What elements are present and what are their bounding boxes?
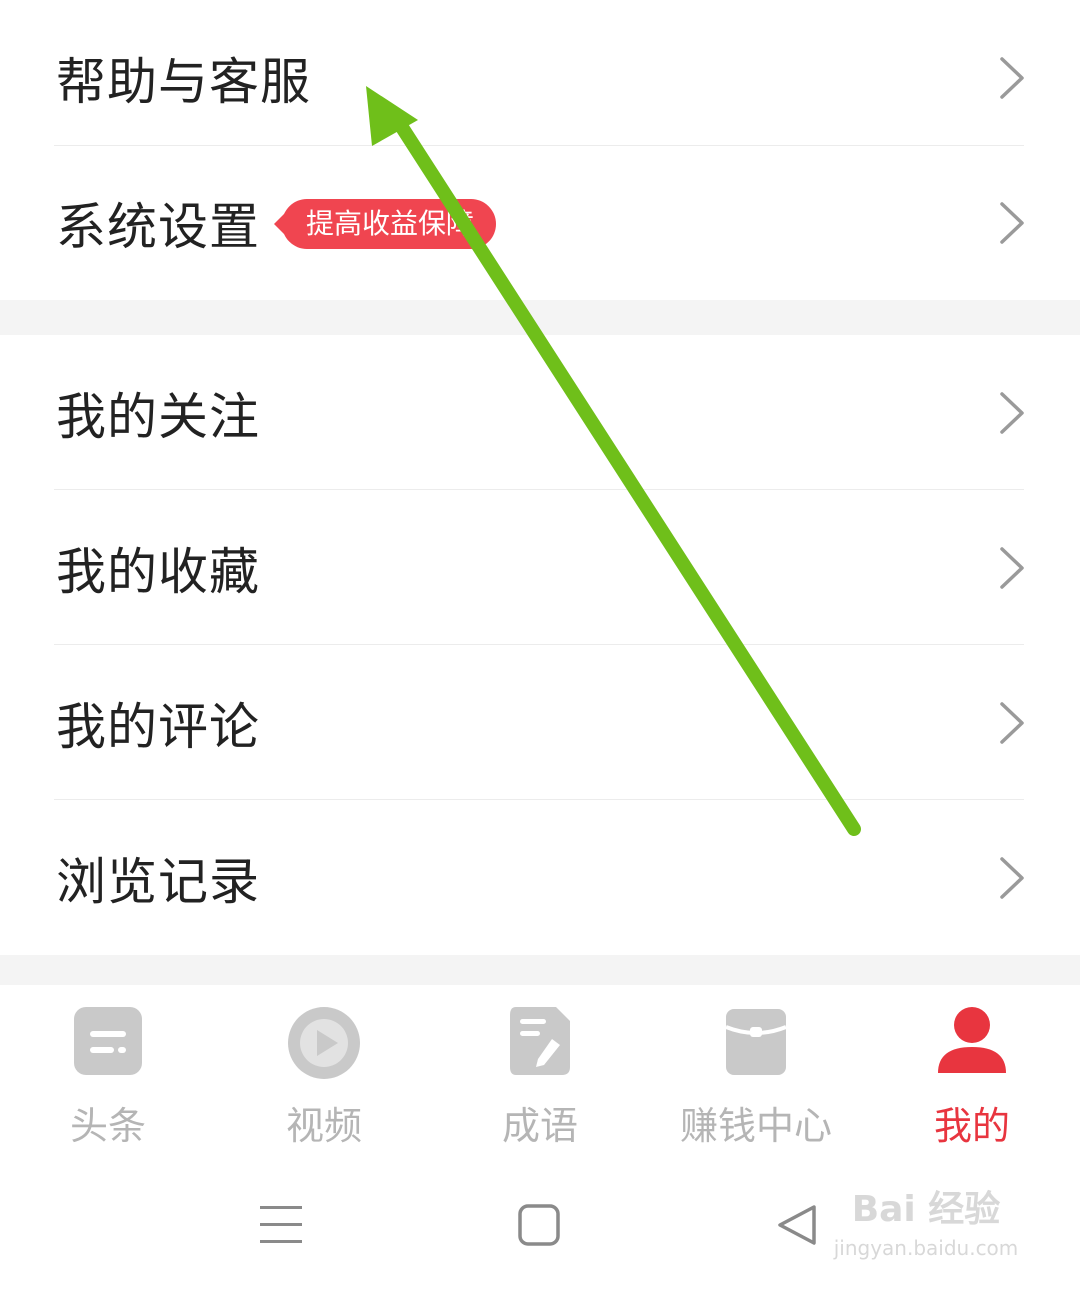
menu-item-following[interactable]: 我的关注 xyxy=(0,335,1080,490)
tab-label: 赚钱中心 xyxy=(679,1104,832,1148)
section-gap xyxy=(0,955,1080,985)
back-icon[interactable] xyxy=(776,1203,818,1247)
watermark: Bai 经验 jingyan.baidu.com xyxy=(826,1185,1026,1275)
tab-idioms[interactable]: 成语 xyxy=(432,985,648,1165)
tab-earn-center[interactable]: 赚钱中心 xyxy=(648,985,864,1165)
tab-label: 成语 xyxy=(501,1104,578,1148)
notepad-icon xyxy=(510,1007,570,1075)
menu-item-comments[interactable]: 我的评论 xyxy=(0,645,1080,800)
menu-icon[interactable] xyxy=(258,1203,304,1247)
watermark-url: jingyan.baidu.com xyxy=(833,1236,1019,1260)
menu-item-help[interactable]: 帮助与客服 xyxy=(0,0,1080,155)
status-badge: 提高收益保障 xyxy=(273,199,497,249)
chevron-right-icon xyxy=(1000,856,1024,899)
play-icon xyxy=(288,1007,360,1079)
menu-group-1: 帮助与客服 系统设置 提高收益保障 xyxy=(0,0,1080,300)
tab-mine[interactable]: 我的 xyxy=(864,985,1080,1165)
menu-item-settings[interactable]: 系统设置 xyxy=(0,145,1080,300)
bottom-tab-bar: 头条 视频 成语 赚钱中心 我的 xyxy=(0,985,1080,1165)
chevron-right-icon xyxy=(1000,56,1024,99)
chevron-right-icon xyxy=(1000,701,1024,744)
menu-item-label: 系统设置 xyxy=(56,197,260,256)
menu-item-label: 浏览记录 xyxy=(56,852,260,911)
menu-item-history[interactable]: 浏览记录 xyxy=(0,800,1080,955)
chevron-right-icon xyxy=(1000,546,1024,589)
section-gap xyxy=(0,300,1080,335)
menu-item-label: 我的收藏 xyxy=(56,542,260,601)
menu-item-label: 帮助与客服 xyxy=(56,52,311,111)
home-icon[interactable] xyxy=(517,1203,561,1247)
wallet-icon xyxy=(725,1009,787,1075)
menu-item-label: 我的关注 xyxy=(56,387,260,446)
tab-label: 我的 xyxy=(933,1104,1010,1148)
news-icon xyxy=(74,1007,142,1075)
tab-label: 视频 xyxy=(285,1104,362,1148)
menu-group-2: 我的关注 我的收藏 我的评论 浏览记录 xyxy=(0,335,1080,955)
menu-item-label: 我的评论 xyxy=(56,697,260,756)
tab-headlines[interactable]: 头条 xyxy=(0,985,216,1165)
tab-label: 头条 xyxy=(69,1104,146,1148)
person-icon xyxy=(938,1007,1006,1073)
chevron-right-icon xyxy=(1000,391,1024,434)
menu-item-favorites[interactable]: 我的收藏 xyxy=(0,490,1080,645)
tab-video[interactable]: 视频 xyxy=(216,985,432,1165)
watermark-brand: Bai 经验 xyxy=(851,1189,1001,1230)
chevron-right-icon xyxy=(1000,201,1024,244)
